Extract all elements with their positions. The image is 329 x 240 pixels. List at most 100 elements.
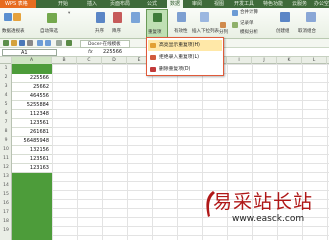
validity-icon — [177, 12, 186, 22]
cell-a6[interactable]: 123561 — [12, 119, 52, 128]
tab-page-layout[interactable]: 页面布局 — [110, 0, 130, 8]
cell-a8[interactable]: 56485948 — [12, 137, 52, 146]
cell-a4[interactable]: 5255884 — [12, 101, 52, 110]
row-header[interactable]: 7 — [0, 118, 12, 127]
row-header[interactable]: 13 — [0, 172, 12, 181]
reject-duplicates-item[interactable]: 拒绝录入重复项(L) — [148, 52, 222, 63]
sort-desc-button[interactable]: 降序 — [112, 29, 121, 35]
menu-bar: WPS 表格 开始 插入 页面布局 公式 数据 审阅 视图 开发工具 特色功能 … — [0, 0, 329, 8]
row-header[interactable]: 4 — [0, 91, 12, 100]
ungroup-icon — [306, 12, 316, 22]
row-header[interactable]: 5 — [0, 100, 12, 109]
undo-icon[interactable] — [37, 40, 43, 46]
cell-a9[interactable]: 132156 — [12, 146, 52, 155]
row-header[interactable]: 14 — [0, 181, 12, 190]
row-header[interactable]: 11 — [0, 154, 12, 163]
autofilter-button[interactable]: 自动筛选 — [40, 29, 58, 35]
row-header[interactable]: 10 — [0, 145, 12, 154]
row-header[interactable]: 15 — [0, 190, 12, 199]
row-header[interactable]: 9 — [0, 136, 12, 145]
filter-icon — [47, 13, 57, 23]
what-if-button[interactable]: 模拟分析 — [240, 30, 258, 36]
cell-a2[interactable]: 25662 — [12, 83, 52, 92]
highlight-duplicates-label: 高亮显示重复项(H) — [159, 43, 200, 48]
formula-input[interactable]: 225566 — [103, 49, 122, 56]
ungroup-button[interactable]: 取消组合 — [298, 29, 316, 35]
filter-extra-icon[interactable]: ▾ — [68, 11, 70, 17]
delete-duplicates-label: 删除重复项(D) — [159, 67, 191, 72]
docer-tab-label: Docer-在线模板 — [88, 42, 121, 47]
column-header-j[interactable]: J — [252, 57, 277, 64]
app-logo-button[interactable]: WPS 表格 — [0, 0, 36, 8]
row-header[interactable]: 8 — [0, 127, 12, 136]
row-header[interactable]: 6 — [0, 109, 12, 118]
tab-data[interactable]: 数据 — [167, 0, 184, 8]
cell-a12[interactable] — [12, 173, 52, 182]
duplicates-dropdown: 高亮显示重复项(H) 拒绝录入重复项(L) 删除重复项(D) — [146, 37, 224, 76]
column-header-i[interactable]: I — [227, 57, 252, 64]
tab-formulas[interactable]: 公式 — [147, 0, 157, 8]
row-header[interactable]: 3 — [0, 82, 12, 91]
save-icon[interactable] — [19, 40, 25, 46]
column-header-k[interactable]: K — [277, 57, 302, 64]
cell-a3[interactable]: 464556 — [12, 92, 52, 101]
back-icon[interactable] — [66, 40, 72, 46]
cell-a10[interactable]: 123561 — [12, 155, 52, 164]
split-icon — [220, 22, 226, 28]
tab-home[interactable]: 开始 — [58, 0, 68, 8]
custom-sort-icon[interactable] — [131, 12, 140, 23]
tab-features[interactable]: 特色功能 — [263, 0, 283, 8]
new-file-icon[interactable] — [3, 40, 9, 46]
watermark-url: www.easck.com — [232, 214, 305, 224]
open-icon[interactable] — [11, 40, 17, 46]
dropdown-list-icon — [200, 12, 209, 22]
column-header-a[interactable]: A — [12, 57, 52, 64]
cell-a1[interactable]: 225566 — [12, 74, 52, 83]
column-header-c[interactable]: C — [77, 57, 102, 64]
row-header[interactable]: 17 — [0, 208, 12, 217]
split-button[interactable]: 分列 — [219, 30, 228, 36]
cell-a5[interactable]: 112348 — [12, 110, 52, 119]
more-icon[interactable] — [56, 40, 62, 46]
duplicates-button[interactable]: 重复项 — [146, 9, 168, 38]
row-header[interactable]: 12 — [0, 163, 12, 172]
insert-dropdown-button[interactable]: 插入下拉列表 — [192, 29, 219, 35]
cell-a13[interactable] — [12, 182, 52, 191]
tab-cloud[interactable]: 云服务 — [292, 0, 307, 8]
row-header[interactable]: 18 — [0, 217, 12, 226]
row-header[interactable]: 16 — [0, 199, 12, 208]
record-icon — [232, 22, 238, 28]
column-header-d[interactable]: D — [102, 57, 127, 64]
tab-view[interactable]: 视图 — [214, 0, 224, 8]
column-header-l[interactable]: L — [302, 57, 327, 64]
tab-office-space[interactable]: 办公空间 — [314, 0, 329, 8]
pivot-chart-icon — [13, 13, 21, 21]
redo-icon[interactable] — [45, 40, 51, 46]
row-header[interactable]: 19 — [0, 226, 12, 235]
tab-review[interactable]: 审阅 — [192, 0, 202, 8]
consolidate-button[interactable]: 合并计算 — [240, 10, 258, 16]
row-headers: 1 2 3 4 5 6 7 8 9 10 11 12 13 14 15 16 1… — [0, 64, 12, 240]
name-box-value: A1 — [21, 50, 28, 56]
highlight-duplicates-item[interactable]: 高亮显示重复项(H) — [148, 40, 222, 51]
row-header[interactable]: 2 — [0, 73, 12, 82]
fx-icon[interactable]: fx — [88, 49, 93, 56]
validity-button[interactable]: 有效性 — [174, 29, 188, 35]
cell-a7[interactable]: 261681 — [12, 128, 52, 137]
tab-developer[interactable]: 开发工具 — [234, 0, 254, 8]
docer-tab[interactable]: Docer-在线模板 — [80, 40, 130, 48]
name-box[interactable]: A1 — [2, 49, 57, 56]
select-all-corner[interactable] — [0, 57, 12, 64]
tab-insert[interactable]: 插入 — [87, 0, 97, 8]
delete-duplicates-item[interactable]: 删除重复项(D) — [148, 64, 222, 75]
cell-a11[interactable]: 123163 — [12, 164, 52, 173]
create-group-button[interactable]: 创建组 — [276, 29, 290, 35]
column-header-b[interactable]: B — [52, 57, 77, 64]
sort-asc-button[interactable]: 升序 — [95, 29, 104, 35]
sort-desc-icon — [113, 12, 122, 23]
print-icon[interactable] — [27, 40, 33, 46]
row-header[interactable]: 1 — [0, 64, 12, 73]
sort-asc-icon — [96, 12, 105, 23]
record-button[interactable]: 记录单 — [240, 21, 254, 27]
pivot-table-button[interactable]: 数据透视表 — [2, 29, 25, 35]
